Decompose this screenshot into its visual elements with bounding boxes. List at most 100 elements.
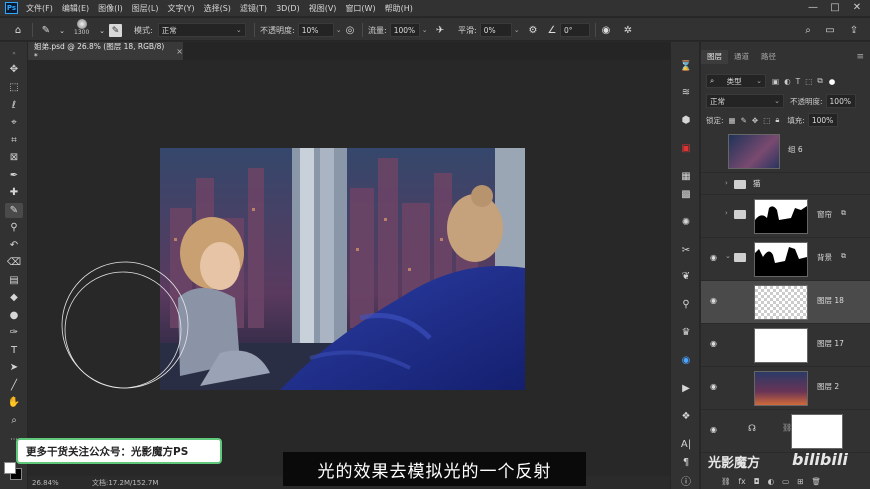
frame-tool-icon[interactable]: ⊠ — [5, 150, 23, 165]
quick-select-tool-icon[interactable]: ⌖ — [5, 115, 23, 130]
angle-icon[interactable]: ∠ — [544, 23, 560, 38]
layer-opacity-input[interactable]: 100% — [825, 94, 856, 108]
layer-row[interactable]: › 窗帘 ⧉ — [701, 195, 870, 238]
panel-menu-icon[interactable]: ≡ — [856, 50, 864, 64]
lasso-tool-icon[interactable]: ℓ — [5, 98, 23, 113]
swatches-panel-icon[interactable]: ▦ — [677, 168, 695, 184]
opacity-chevron-icon[interactable]: ⌄ — [336, 26, 342, 34]
menu-help[interactable]: 帮助(H) — [385, 3, 413, 14]
properties-panel-icon[interactable]: ❖ — [677, 408, 695, 424]
workspace-icon[interactable]: ▭ — [822, 23, 838, 38]
clone-stamp-tool-icon[interactable]: ⚲ — [5, 220, 23, 235]
close-tab-icon[interactable]: × — [176, 47, 183, 56]
healing-brush-tool-icon[interactable]: ✚ — [5, 185, 23, 200]
lock-all-icon[interactable]: 🔒︎ — [775, 115, 779, 125]
pressure-size-icon[interactable]: ◉ — [598, 23, 614, 38]
lock-position-icon[interactable]: ✥ — [752, 116, 758, 125]
gear-icon[interactable]: ⚙ — [525, 23, 541, 38]
fill-input[interactable]: 100% — [807, 113, 838, 127]
document-info[interactable]: 文档:17.2M/152.7M — [92, 478, 158, 488]
brush-size-picker[interactable]: 1300 — [74, 19, 89, 41]
tools-preset-icon[interactable]: ✂ — [677, 242, 695, 258]
expand-arrow-icon[interactable]: › — [725, 179, 728, 187]
layer-row[interactable]: ■ 组 6 — [701, 130, 870, 173]
angle-input[interactable]: 0° — [560, 23, 590, 37]
blend-mode-select[interactable]: 正常 ⌄ — [706, 94, 784, 108]
tab-paths[interactable]: 路径 — [755, 50, 782, 64]
eye-icon[interactable]: ◉ — [710, 339, 720, 349]
close-window-button[interactable]: ✕ — [850, 1, 864, 15]
crop-tool-icon[interactable]: ⌗ — [5, 133, 23, 148]
history-panel-icon[interactable]: ⌛ — [677, 58, 695, 74]
pressure-opacity-icon[interactable]: ◎ — [342, 23, 358, 38]
eyedropper-tool-icon[interactable]: ✒ — [5, 168, 23, 183]
layer-row[interactable]: ◉ 图层 2 — [701, 367, 870, 410]
minimize-button[interactable]: — — [806, 1, 820, 15]
visibility-toggle[interactable]: ■ — [710, 145, 720, 155]
filter-type-icon[interactable]: T — [796, 77, 801, 86]
menu-layer[interactable]: 图层(L) — [132, 3, 159, 14]
brush-size-chevron-icon[interactable]: ⌄ — [94, 23, 110, 38]
move-tool-icon[interactable]: ✥ — [5, 62, 23, 77]
filter-smart-icon[interactable]: ⧉ — [817, 76, 822, 86]
smoothing-input[interactable]: 0% — [479, 23, 512, 37]
eye-icon[interactable]: ◉ — [710, 425, 720, 435]
new-group-icon[interactable]: ▭ — [782, 477, 789, 486]
actions-panel-icon[interactable]: ▶ — [677, 380, 695, 396]
navigator-panel-icon[interactable]: ◉ — [677, 352, 695, 368]
layer-row-selected[interactable]: ◉ 图层 18 — [701, 281, 870, 324]
add-mask-icon[interactable]: ◘ — [754, 477, 760, 486]
layer-row[interactable]: › 猫 — [701, 173, 870, 195]
menu-3d[interactable]: 3D(D) — [276, 4, 300, 13]
menu-image[interactable]: 图像(I) — [98, 3, 123, 14]
3d-panel-icon[interactable]: ⬢ — [677, 112, 695, 128]
gradient-tool-icon[interactable]: ▤ — [5, 273, 23, 288]
airbrush-icon[interactable]: ✈ — [432, 23, 448, 38]
type-tool-icon[interactable]: T — [5, 343, 23, 358]
patterns-panel-icon[interactable]: ▩ — [677, 186, 695, 202]
trash-icon[interactable]: 🗑︎ — [812, 477, 822, 486]
brushes-panel-icon[interactable]: ✺ — [677, 214, 695, 230]
zoom-tool-icon[interactable]: ⌕ — [5, 413, 23, 428]
fx-icon[interactable]: fx — [739, 477, 746, 486]
line-tool-icon[interactable]: ╱ — [5, 378, 23, 393]
expand-arrow-icon[interactable]: › — [725, 209, 728, 217]
new-layer-icon[interactable]: ⊞ — [797, 477, 803, 486]
new-adjustment-icon[interactable]: ◐ — [768, 477, 775, 486]
layer-filter-select[interactable]: ⌕ 类型 ⌄ — [706, 74, 766, 88]
flow-chevron-icon[interactable]: ⌄ — [422, 26, 428, 34]
filter-adjustment-icon[interactable]: ◐ — [784, 77, 791, 86]
eye-icon[interactable]: ◉ — [710, 253, 720, 263]
menu-type[interactable]: 文字(Y) — [167, 3, 194, 14]
color-panel-icon[interactable]: ▣ — [677, 140, 695, 156]
document-tab[interactable]: 姐弟.psd @ 26.8% (图层 18, RGB/8) * × — [28, 42, 183, 61]
paragraph-panel-icon[interactable]: ¶ — [677, 454, 695, 470]
smoothing-chevron-icon[interactable]: ⌄ — [514, 26, 520, 34]
character-panel-icon[interactable]: A| — [677, 436, 695, 452]
pen-tool-icon[interactable]: ✑ — [5, 325, 23, 340]
chevron-down-icon[interactable]: ⌄ — [54, 23, 70, 38]
marquee-tool-icon[interactable]: ⬚ — [5, 80, 23, 95]
lock-artboard-icon[interactable]: ⬚ — [763, 116, 770, 125]
dodge-tool-icon[interactable]: ● — [5, 308, 23, 323]
info-panel-icon[interactable]: ⓘ — [677, 472, 695, 488]
brush-settings-panel-icon[interactable]: ❦ — [677, 268, 695, 284]
collapse-toolbar-icon[interactable]: » — [5, 46, 23, 61]
layer-row[interactable]: ◉ 图层 17 — [701, 324, 870, 367]
brush-settings-icon[interactable]: ✎ — [109, 24, 122, 37]
eraser-tool-icon[interactable]: ⌫ — [5, 255, 23, 270]
zoom-level[interactable]: 26.84% — [32, 479, 74, 487]
hand-tool-icon[interactable]: ✋ — [5, 395, 23, 410]
brush-tool-icon[interactable]: ✎ — [5, 203, 23, 218]
clone-source-icon[interactable]: ⚲ — [677, 296, 695, 312]
adjustments-panel-icon[interactable]: ≋ — [677, 84, 695, 100]
menu-window[interactable]: 窗口(W) — [345, 3, 375, 14]
filter-pixel-icon[interactable]: ▣ — [772, 77, 779, 86]
lock-transparent-icon[interactable]: ▦ — [729, 116, 736, 125]
layer-row[interactable]: ◉ ⌄ 背景 ⧉ — [701, 238, 870, 281]
menu-select[interactable]: 选择(S) — [204, 3, 231, 14]
search-icon[interactable]: ⌕ — [800, 23, 816, 38]
menu-view[interactable]: 视图(V) — [309, 3, 337, 14]
eye-icon[interactable]: ◉ — [710, 382, 720, 392]
menu-filter[interactable]: 滤镜(T) — [240, 3, 267, 14]
